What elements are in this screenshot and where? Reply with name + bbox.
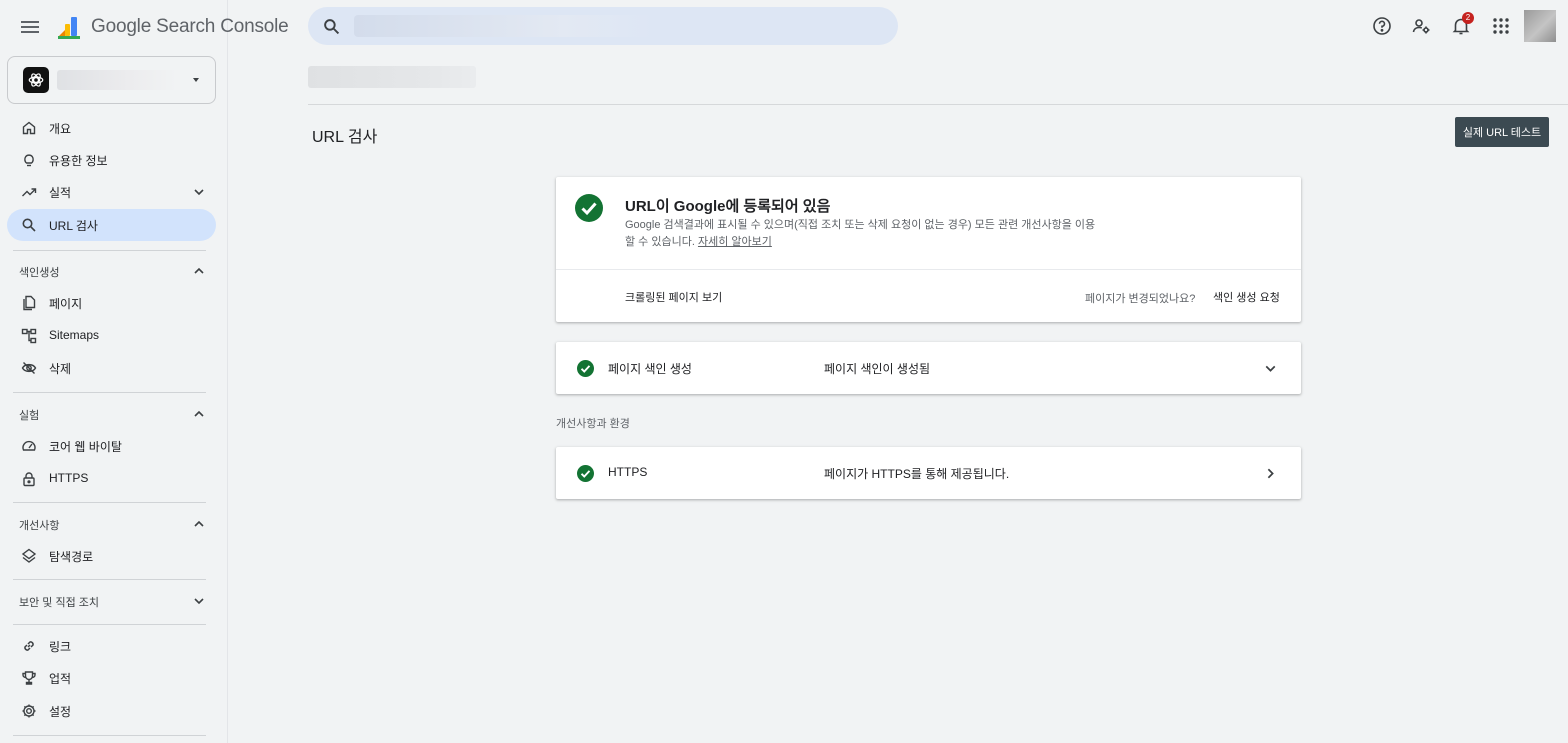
product-name: Google Search Console — [91, 16, 289, 37]
visibility-off-icon — [21, 362, 37, 374]
chevron-down-icon — [194, 189, 204, 196]
sidebar-item-breadcrumbs[interactable]: 탐색경로 — [7, 540, 216, 572]
enhancements-section-label: 개선사항과 환경 — [556, 418, 630, 430]
trophy-icon — [22, 671, 36, 685]
chevron-down-icon[interactable] — [1262, 360, 1279, 377]
test-live-url-button[interactable]: 실제 URL 테스트 — [1455, 117, 1549, 147]
sidebar-item-label: 삭제 — [49, 362, 72, 376]
check-circle-icon — [577, 360, 594, 377]
sidebar-item-label: Sitemaps — [49, 328, 100, 342]
sidebar-item-core-web-vitals[interactable]: 코어 웹 바이탈 — [7, 430, 216, 462]
search-icon — [324, 19, 340, 35]
sidebar-divider — [13, 735, 206, 736]
status-description: Google 검색결과에 표시될 수 있으며(직접 조치 또는 삭제 요청이 없… — [625, 217, 1105, 251]
status-description-text: Google 검색결과에 표시될 수 있으며(직접 조치 또는 삭제 요청이 없… — [625, 219, 1096, 248]
page-indexing-row[interactable]: 페이지 색인 생성 페이지 색인이 생성됨 — [556, 342, 1301, 394]
sidebar-item-overview[interactable]: 개요 — [7, 112, 216, 144]
sidebar-item-label: 개요 — [49, 122, 72, 136]
sidebar-item-label: 코어 웹 바이탈 — [49, 440, 122, 454]
sidebar-item-sitemaps[interactable]: Sitemaps — [7, 320, 216, 352]
lock-icon — [23, 472, 35, 487]
chevron-right-icon[interactable] — [1262, 465, 1279, 482]
breadcrumb-url — [308, 66, 476, 88]
sidebar-item-label: 설정 — [49, 705, 72, 719]
section-label: 개선사항 — [19, 520, 60, 532]
trending-up-icon — [22, 188, 37, 197]
row-value: 페이지 색인이 생성됨 — [824, 362, 931, 376]
section-label: 보안 및 직접 조치 — [19, 597, 100, 609]
url-status-card: URL이 Google에 등록되어 있음 Google 검색결과에 표시될 수 … — [556, 177, 1301, 322]
section-header-security[interactable]: 보안 및 직접 조치 — [13, 586, 206, 616]
chevron-up-icon — [194, 410, 204, 417]
chevron-up-icon — [194, 267, 204, 274]
home-icon — [22, 121, 36, 135]
sidebar-item-label: 유용한 정보 — [49, 154, 108, 168]
sidebar-divider — [13, 502, 206, 503]
row-value: 페이지가 HTTPS를 통해 제공됩니다. — [824, 467, 1010, 481]
layers-icon — [21, 548, 37, 563]
property-selector[interactable] — [7, 56, 216, 104]
section-header-enhancements[interactable]: 개선사항 — [13, 509, 206, 539]
https-row[interactable]: HTTPS 페이지가 HTTPS를 통해 제공됩니다. — [556, 447, 1301, 499]
chevron-up-icon — [194, 520, 204, 527]
section-label: 색인생성 — [19, 267, 60, 279]
sidebar-item-url-inspection[interactable]: URL 검사 — [7, 209, 216, 241]
card-divider — [556, 269, 1301, 270]
sidebar-item-label: 탐색경로 — [49, 550, 94, 564]
manage-users-icon[interactable] — [1411, 16, 1431, 36]
pages-icon — [23, 295, 36, 311]
request-indexing-button[interactable]: 색인 생성 요청 — [1213, 289, 1280, 305]
search-bar[interactable] — [308, 7, 898, 45]
section-header-experience[interactable]: 실험 — [13, 399, 206, 429]
link-icon — [24, 641, 34, 651]
check-circle-icon — [577, 465, 594, 482]
sidebar-item-links[interactable]: 링크 — [7, 630, 216, 662]
sidebar-item-label: 링크 — [49, 640, 72, 654]
sidebar-item-performance[interactable]: 실적 — [7, 176, 216, 208]
sidebar-item-pages[interactable]: 페이지 — [7, 287, 216, 319]
apps-icon[interactable] — [1491, 16, 1511, 36]
sidebar-divider — [13, 579, 206, 580]
sidebar-divider — [13, 392, 206, 393]
page-title: URL 검사 — [312, 129, 378, 146]
sidebar-item-insights[interactable]: 유용한 정보 — [7, 144, 216, 176]
dropdown-arrow-icon — [193, 78, 199, 82]
view-crawled-page-button[interactable]: 크롤링된 페이지 보기 — [625, 289, 722, 305]
hamburger-menu-icon[interactable] — [18, 15, 42, 39]
avatar[interactable] — [1524, 10, 1556, 42]
search-input[interactable] — [354, 15, 654, 37]
sidebar-item-achievements[interactable]: 업적 — [7, 662, 216, 694]
main-divider — [308, 104, 1568, 105]
page-changed-question: 페이지가 변경되었나요? — [1085, 293, 1196, 305]
section-header-indexing[interactable]: 색인생성 — [13, 256, 206, 286]
status-heading: URL이 Google에 등록되어 있음 — [625, 198, 831, 215]
settings-icon — [22, 704, 36, 718]
sidebar-divider — [13, 250, 206, 251]
sidebar-item-label: 실적 — [49, 186, 72, 200]
sidebar-item-label: 업적 — [49, 672, 72, 686]
learn-more-link[interactable]: 자세히 알아보기 — [698, 236, 772, 248]
row-name: HTTPS — [608, 465, 648, 479]
lightbulb-icon — [24, 154, 34, 167]
sidebar-divider — [13, 624, 206, 625]
sidebar-item-https[interactable]: HTTPS — [7, 463, 216, 495]
sitemap-icon — [21, 328, 37, 344]
property-name — [57, 70, 177, 90]
help-icon[interactable] — [1372, 16, 1392, 36]
sidebar-item-label: URL 검사 — [49, 219, 98, 233]
openai-logo — [23, 67, 49, 93]
row-name: 페이지 색인 생성 — [608, 362, 692, 376]
sidebar: Google Search Console 개요 유용한 정보 실적 URL 검… — [0, 0, 289, 743]
speed-icon — [22, 440, 36, 451]
sidebar-item-label: HTTPS — [49, 471, 89, 485]
check-circle-icon — [575, 194, 603, 222]
sidebar-item-label: 페이지 — [49, 297, 83, 311]
sidebar-item-removals[interactable]: 삭제 — [7, 352, 216, 384]
chevron-down-icon — [194, 598, 204, 605]
sidebar-item-settings[interactable]: 설정 — [7, 695, 216, 727]
section-label: 실험 — [19, 410, 40, 422]
search-console-logo — [58, 17, 80, 39]
notification-badge: 2 — [1462, 12, 1474, 24]
search-icon — [22, 218, 36, 232]
